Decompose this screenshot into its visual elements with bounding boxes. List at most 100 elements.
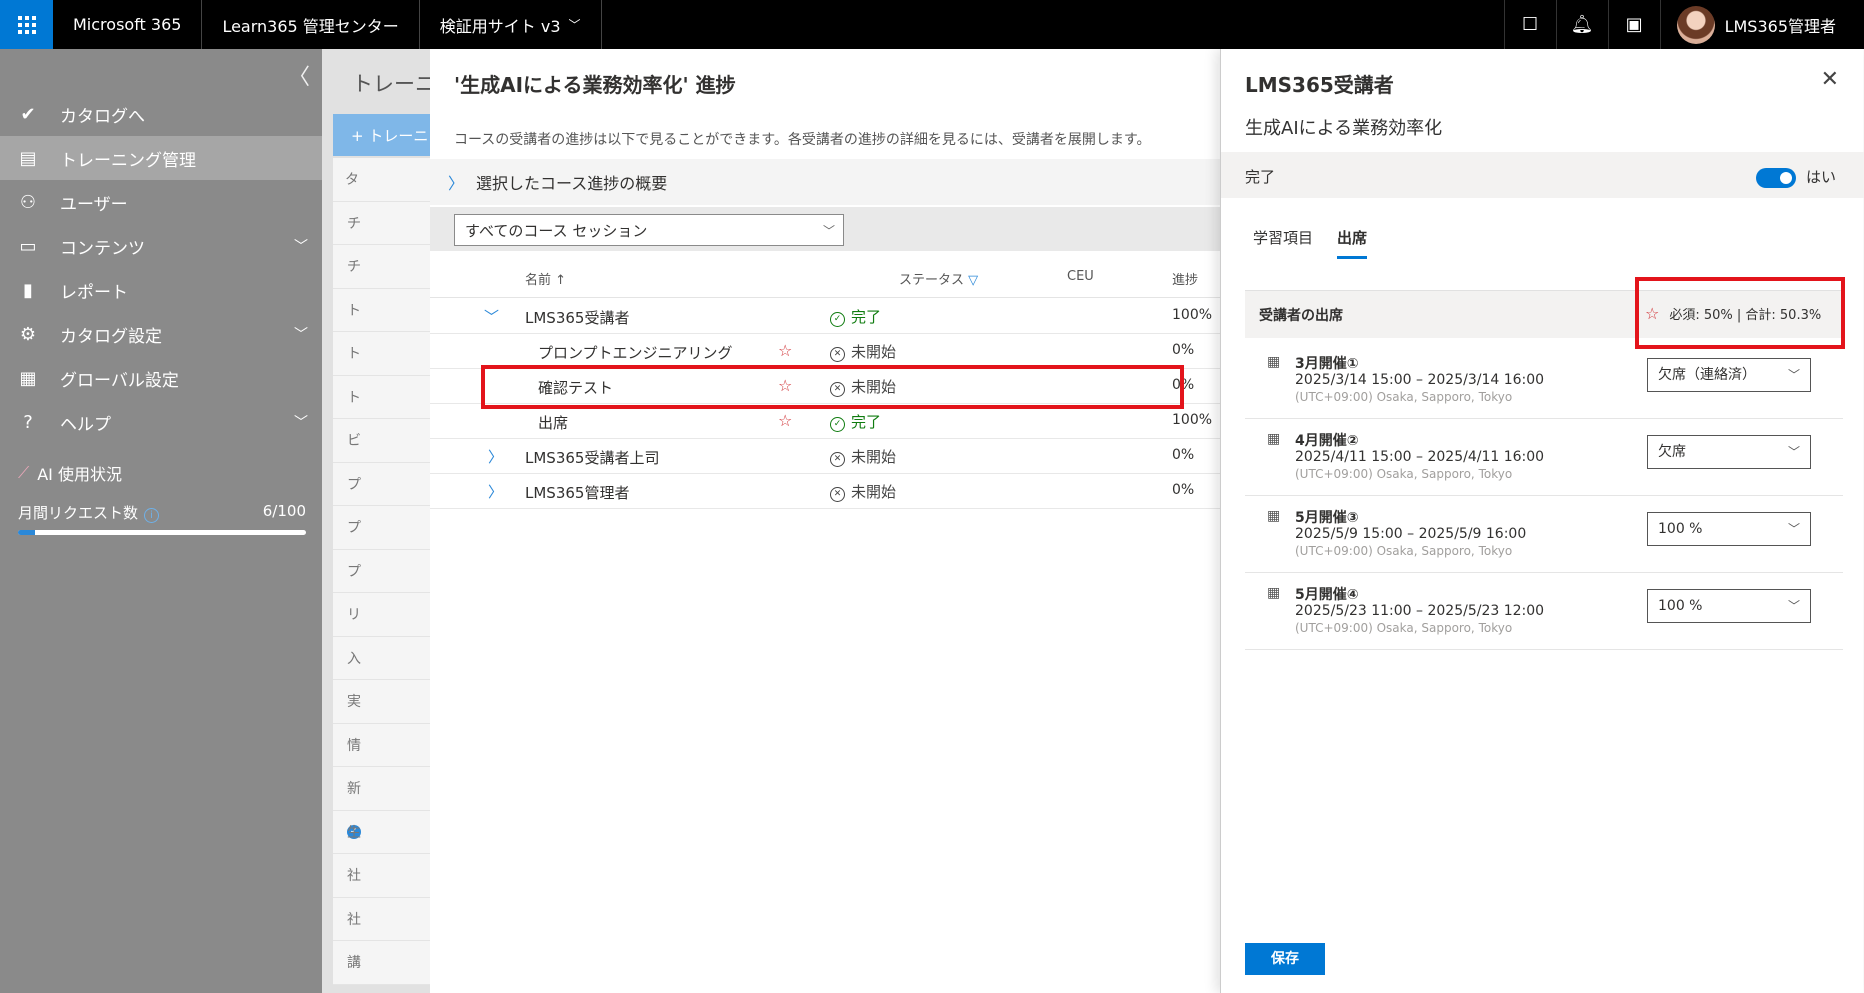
calendar-icon: ▦	[1267, 508, 1281, 524]
complete-toggle[interactable]	[1756, 168, 1796, 188]
sidebar-item-4[interactable]: ▮ レポート	[0, 268, 322, 312]
training-row[interactable]: ▭プ	[333, 506, 431, 550]
collapse-sidebar-icon[interactable]: 〈	[288, 59, 310, 91]
app-name[interactable]: Microsoft 365	[53, 0, 201, 49]
attendance-dropdown[interactable]: 100 % ﹀	[1647, 589, 1811, 623]
table-row[interactable]: 出席 ☆ ✓ 完了 100%	[430, 404, 1220, 439]
chat-icon[interactable]: ▣	[1607, 0, 1660, 49]
table-row[interactable]: ﹀ LMS365受講者 ✓ 完了 100%	[430, 299, 1220, 334]
star-icon: ☆	[778, 411, 793, 430]
close-icon[interactable]: ✕	[1821, 67, 1839, 92]
star-icon: ☆	[778, 341, 793, 360]
attendance-title: 受講者の出席	[1259, 308, 1343, 324]
training-row[interactable]: ▭入	[333, 637, 431, 680]
chevron-right-icon[interactable]: 〉	[488, 481, 503, 502]
add-training-button[interactable]: + トレーニ	[333, 114, 431, 156]
training-row[interactable]: ⌂ト	[333, 376, 431, 419]
session-name: 5月開催③	[1295, 510, 1359, 526]
table-row[interactable]: プロンプトエンジニアリング ☆ ✕ 未開始 0%	[430, 334, 1220, 369]
chevron-down-icon[interactable]: ﹀	[484, 306, 499, 327]
bell-icon[interactable]: 🔔︎	[1555, 0, 1608, 49]
gear-icon: ⚙	[19, 323, 37, 345]
catalog-check-icon: ✔	[20, 103, 36, 125]
chevron-right-icon[interactable]: 〉	[488, 446, 503, 467]
col-name[interactable]: 名前 ↑	[525, 269, 566, 288]
training-row[interactable]: ✓⌂生	[333, 811, 431, 854]
sidebar-item-0[interactable]: ✔ カタログへ	[0, 92, 322, 136]
training-row[interactable]: ⌂チ	[333, 202, 431, 245]
filter-icon: ▽	[968, 273, 979, 288]
sidebar-item-1[interactable]: ▤ トレーニング管理	[0, 136, 322, 180]
session-time: 2025/5/9 15:00 – 2025/5/9 16:00	[1295, 526, 1527, 542]
table-row[interactable]: 〉 LMS365受講者上司 ✕ 未開始 0%	[430, 439, 1220, 474]
chart-icon: ▮	[23, 279, 33, 301]
col-ceu: CEU	[1067, 269, 1094, 284]
highlight-attendance-row	[481, 365, 1184, 409]
tab-learning-items[interactable]: 学習項目	[1253, 227, 1313, 259]
sidebar-item-7[interactable]: ? ヘルプ ﹀	[0, 400, 322, 444]
chevron-down-icon: ﹀	[568, 18, 581, 32]
feedback-icon[interactable]: ☐	[1503, 0, 1556, 49]
session-filter-value: すべてのコース セッション	[465, 221, 648, 240]
row-name: LMS365受講者	[525, 309, 630, 327]
complete-value: はい	[1806, 168, 1837, 186]
attendance-dropdown[interactable]: 欠席 ﹀	[1647, 435, 1811, 469]
training-row[interactable]: ⌂チ	[333, 245, 431, 289]
learner-detail-panel: LMS365受講者 ✕ 生成AIによる業務効率化 完了 はい 学習項目 出席 受…	[1220, 49, 1864, 993]
training-row[interactable]: ▭社	[333, 898, 431, 941]
training-row[interactable]: ▭実	[333, 680, 431, 724]
row-name: プロンプトエンジニアリング	[538, 344, 733, 362]
info-icon[interactable]: i	[144, 508, 160, 523]
ai-usage-label: AI 使用状況	[37, 465, 122, 484]
x-circle-icon: ✕	[830, 347, 845, 362]
calendar-icon: ▦	[1267, 585, 1281, 601]
chevron-down-icon: ﹀	[1787, 522, 1800, 536]
app-launcher-icon[interactable]	[0, 0, 53, 49]
training-row[interactable]: ▭情	[333, 724, 431, 767]
status-badge: ✕ 未開始	[830, 341, 896, 362]
row-progress: 100%	[1172, 307, 1213, 323]
row-name: 出席	[538, 414, 569, 432]
attendance-session: ▦ 3月開催① 2025/3/14 15:00 – 2025/3/14 16:00 (…	[1245, 342, 1843, 419]
progress-title: '生成AIによる業務効率化' 進捗	[454, 73, 736, 97]
training-row[interactable]: ▭新	[333, 767, 431, 811]
training-row[interactable]: ▭リ	[333, 593, 431, 637]
folder-icon: ▭	[19, 235, 37, 257]
site-name: 検証用サイト v3	[439, 16, 561, 36]
ai-usage[interactable]: ⟋ AI 使用状況	[18, 461, 122, 485]
table-row[interactable]: 〉 LMS365管理者 ✕ 未開始 0%	[430, 474, 1220, 509]
site-selector[interactable]: 検証用サイト v3 ﹀	[420, 0, 601, 49]
sidebar-item-label: カタログへ	[60, 106, 145, 127]
attendance-session: ▦ 4月開催② 2025/4/11 15:00 – 2025/4/11 16:00 (…	[1245, 419, 1843, 496]
wand-icon: ⟋	[18, 463, 30, 482]
tab-attendance[interactable]: 出席	[1337, 227, 1368, 259]
sidebar-item-label: ユーザー	[60, 194, 128, 215]
col-progress: 進捗	[1172, 273, 1199, 288]
attendance-dropdown[interactable]: 欠席（連絡済） ﹀	[1647, 358, 1811, 392]
training-row[interactable]: ▭プ	[333, 463, 431, 506]
summary-label: 選択したコース進捗の概要	[476, 174, 668, 193]
status-badge: ✓ 完了	[830, 411, 881, 432]
session-filter-dropdown[interactable]: すべてのコース セッション ﹀	[454, 214, 844, 246]
top-bar: Microsoft 365 Learn365 管理センター 検証用サイト v3 …	[0, 0, 1864, 49]
save-button[interactable]: 保存	[1245, 943, 1325, 975]
training-row[interactable]: ⌂ト	[333, 289, 431, 332]
sidebar-item-3[interactable]: ▭ コンテンツ ﹀	[0, 224, 322, 268]
chevron-right-icon: 〉	[448, 174, 465, 193]
user-menu[interactable]: LMS365管理者	[1659, 0, 1864, 49]
sidebar-item-6[interactable]: ▦ グローバル設定	[0, 356, 322, 400]
col-status[interactable]: ステータス ▽	[899, 269, 978, 288]
sidebar-item-5[interactable]: ⚙ カタログ設定 ﹀	[0, 312, 322, 356]
attendance-dropdown[interactable]: 100 % ﹀	[1647, 512, 1811, 546]
sidebar-item-2[interactable]: ⚇ ユーザー	[0, 180, 322, 224]
sidebar-nav: ✔ カタログへ ▤ トレーニング管理 ⚇ ユーザー ▭ コンテンツ ﹀ ▮ レポート ⚙ カタログ設定 ﹀…	[0, 92, 322, 444]
course-progress-panel: '生成AIによる業務効率化' 進捗 コースの受講者の進捗は以下で見ることができま…	[430, 49, 1220, 993]
training-row[interactable]: ▭社	[333, 854, 431, 898]
training-row[interactable]: ▭講	[333, 941, 431, 985]
center-name[interactable]: Learn365 管理センター	[202, 0, 418, 49]
training-row[interactable]: ▭ビ	[333, 419, 431, 463]
training-row[interactable]: ▭プ	[333, 550, 431, 593]
training-row[interactable]: ⌂ト	[333, 332, 431, 376]
sidebar: 〈 ✔ カタログへ ▤ トレーニング管理 ⚇ ユーザー ▭ コンテンツ ﹀ ▮ レポート ⚙ カタログ設…	[0, 49, 322, 993]
progress-summary-toggle[interactable]: 〉 選択したコース進捗の概要	[430, 159, 1220, 205]
